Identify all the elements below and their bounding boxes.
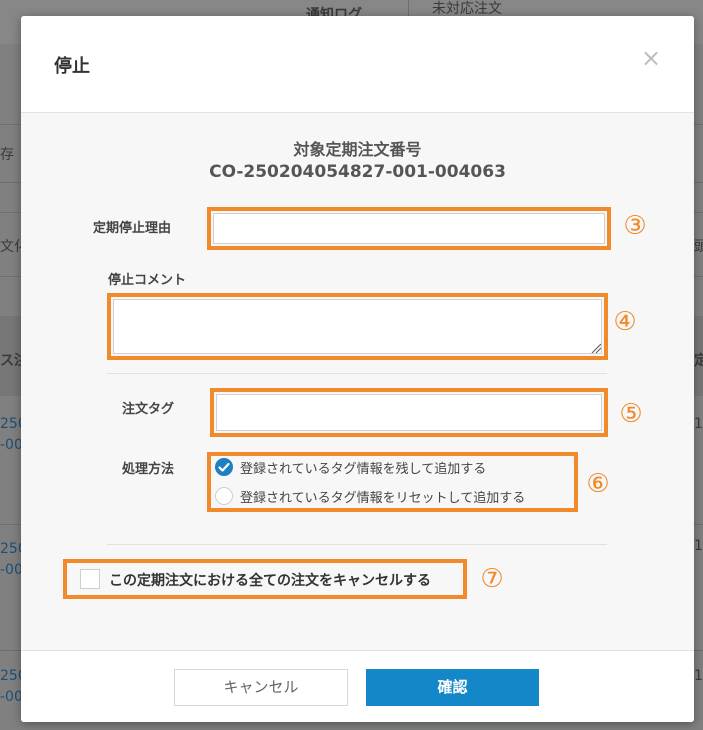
annotation-badge: ⑥ xyxy=(586,469,610,499)
bg-right-num: 1 xyxy=(694,668,703,684)
process-method-label: 処理方法 xyxy=(122,462,175,477)
annotation-badge: ⑦ xyxy=(480,564,504,594)
cancel-all-label[interactable]: この定期注文における全ての注文をキャンセルする xyxy=(109,570,431,590)
bg-order-link: -00 xyxy=(0,562,23,578)
bg-right-text: 定 xyxy=(694,353,703,369)
target-order-number: CO-250204054827-001-004063 xyxy=(209,162,506,182)
bg-order-link: -00 xyxy=(0,689,23,705)
stop-reason-input[interactable] xyxy=(213,213,605,244)
stop-comment-textarea[interactable] xyxy=(113,299,602,354)
radio-unselected-icon[interactable] xyxy=(215,487,233,505)
order-tag-input[interactable] xyxy=(216,394,602,431)
bg-order-link: -00 xyxy=(0,437,23,453)
bg-right-num: 1 xyxy=(694,538,703,554)
section-divider xyxy=(107,373,607,374)
method-option-keep[interactable]: 登録されているタグ情報を残して追加する xyxy=(215,456,486,478)
bg-left-text: 存 xyxy=(0,147,14,163)
annotation-badge: ④ xyxy=(613,307,637,337)
radio-selected-icon[interactable] xyxy=(215,458,233,476)
target-order-label: 対象定期注文番号 xyxy=(293,140,422,159)
cancel-all-checkbox[interactable] xyxy=(80,569,100,589)
bg-right-text: 頭 xyxy=(694,239,703,255)
dialog-title: 停止 xyxy=(54,56,90,77)
method-option-label: 登録されているタグ情報をリセットして追加する xyxy=(240,490,526,506)
order-tag-label: 注文タグ xyxy=(122,402,175,417)
section-divider xyxy=(107,544,607,545)
annotation-badge: ⑤ xyxy=(619,399,643,429)
stop-comment-label: 停止コメント xyxy=(108,273,187,288)
stop-reason-label: 定期停止理由 xyxy=(93,221,172,236)
dialog-footer: キャンセル 確認 xyxy=(21,650,694,722)
dialog-header: 停止 × xyxy=(21,16,694,113)
stop-dialog: 停止 × 対象定期注文番号 CO-250204054827-001-004063… xyxy=(21,16,694,722)
method-option-label: 登録されているタグ情報を残して追加する xyxy=(240,461,487,477)
method-option-reset[interactable]: 登録されているタグ情報をリセットして追加する xyxy=(215,485,525,507)
confirm-button[interactable]: 確認 xyxy=(366,669,539,706)
resize-handle-icon[interactable] xyxy=(591,343,601,353)
bg-right-num: 1 xyxy=(694,416,703,432)
annotation-badge: ③ xyxy=(623,211,647,241)
cancel-button[interactable]: キャンセル xyxy=(174,669,348,706)
close-icon[interactable]: × xyxy=(639,46,663,70)
